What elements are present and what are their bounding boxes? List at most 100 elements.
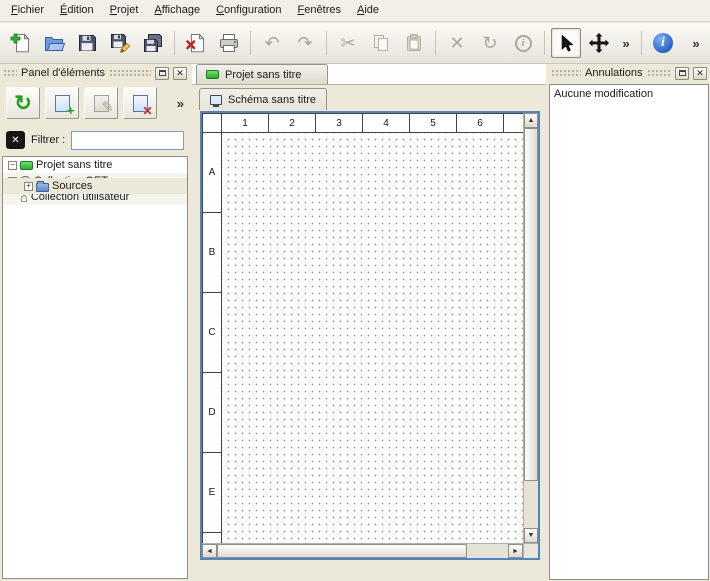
filter-label: Filtrer : xyxy=(31,134,65,146)
printer-icon xyxy=(218,32,240,54)
main-toolbar: ↶ ↷ ✂ ✕ ↻ i xyxy=(0,23,710,64)
undo-empty-text: Aucune modification xyxy=(554,88,653,100)
filter-input[interactable] xyxy=(71,131,184,150)
scroll-down-button[interactable]: ▼ xyxy=(524,528,538,543)
menu-affichage[interactable]: Affichage xyxy=(146,0,208,21)
red-x-badge-icon: ✕ xyxy=(142,105,152,117)
dock-grip xyxy=(109,69,151,77)
move-mode-button[interactable] xyxy=(584,28,614,58)
clear-filter-button[interactable]: ✕ xyxy=(6,131,25,149)
arrow-left-icon: ◄ xyxy=(206,548,213,555)
header-corner xyxy=(202,113,222,133)
float-dock-button[interactable] xyxy=(155,67,169,80)
print-button[interactable] xyxy=(214,28,244,58)
elements-panel-titlebar[interactable]: Panel d'éléments ✕ xyxy=(0,64,190,82)
row-label: E xyxy=(203,453,222,533)
column-header: 1 2 3 4 5 6 xyxy=(222,113,523,133)
refresh-icon: ↻ xyxy=(14,93,32,114)
horizontal-scroll-thumb[interactable] xyxy=(217,544,467,558)
row-label: A xyxy=(203,133,222,213)
save-all-button[interactable] xyxy=(138,28,168,58)
close-dock-button[interactable]: ✕ xyxy=(173,67,187,80)
menu-aide[interactable]: Aide xyxy=(349,0,387,21)
column-label: 4 xyxy=(363,114,410,133)
panel-overflow-chevron[interactable]: » xyxy=(177,96,184,111)
qelectrotech-window: Fichier Édition Projet Affichage Configu… xyxy=(0,0,710,581)
folder-icon xyxy=(36,183,49,192)
menu-edition[interactable]: Édition xyxy=(52,0,102,21)
column-header-filler xyxy=(504,114,523,133)
pencil-icon: ✎ xyxy=(101,100,114,115)
delete-element-button[interactable]: ✕ xyxy=(123,87,157,119)
new-project-button[interactable] xyxy=(6,28,36,58)
scroll-up-button[interactable]: ▲ xyxy=(524,113,538,128)
scroll-left-button[interactable]: ◄ xyxy=(202,544,217,558)
chevron-double-right-icon: » xyxy=(177,96,184,111)
mdi-area: Projet sans titre Schéma sans titre 1 2 … xyxy=(192,64,546,581)
tab-schema-sans-titre[interactable]: Schéma sans titre xyxy=(199,88,327,110)
schema-tab-label: Schéma sans titre xyxy=(228,94,316,106)
schema-view: 1 2 3 4 5 6 A B C D E xyxy=(200,111,540,560)
diagram-info-button: i xyxy=(508,28,538,58)
scissors-icon: ✂ xyxy=(340,34,355,52)
row-header: A B C D E xyxy=(202,133,222,543)
close-dock-button[interactable]: ✕ xyxy=(693,67,707,80)
elements-panel-toolbar: ↻ + ✎ ✕ » xyxy=(2,84,188,122)
menu-projet[interactable]: Projet xyxy=(102,0,147,21)
collapse-icon[interactable]: − xyxy=(8,161,17,170)
toolbar-separator xyxy=(174,31,175,55)
project-tab-bar: Projet sans titre xyxy=(192,64,546,85)
cut-button: ✂ xyxy=(333,28,363,58)
reload-collections-button[interactable]: ↻ xyxy=(6,87,40,119)
floppy-icon xyxy=(76,32,98,54)
elements-panel-title: Panel d'éléments xyxy=(21,67,105,79)
horizontal-scroll-track[interactable] xyxy=(467,544,508,558)
toolbar-separator xyxy=(326,31,327,55)
toolbar-extension-button[interactable]: » xyxy=(688,28,704,58)
expand-icon[interactable]: + xyxy=(24,182,33,191)
toolbar-overflow-chevron[interactable]: » xyxy=(617,28,635,58)
undo-history-list[interactable]: Aucune modification xyxy=(549,84,709,580)
info-blue-icon: i xyxy=(653,33,673,53)
float-dock-button[interactable] xyxy=(675,67,689,80)
vertical-scroll-thumb[interactable] xyxy=(524,128,538,481)
open-project-button[interactable] xyxy=(39,28,69,58)
schema-canvas[interactable] xyxy=(222,133,523,543)
elements-tree: − Projet sans titre Schéma sans titre + … xyxy=(2,156,188,579)
menu-configuration[interactable]: Configuration xyxy=(208,0,289,21)
close-file-button[interactable] xyxy=(181,28,211,58)
save-as-button[interactable] xyxy=(105,28,135,58)
about-button[interactable]: i xyxy=(648,28,678,58)
project-icon xyxy=(20,161,33,170)
tree-item-label: Sources xyxy=(52,180,92,192)
toolbar-separator xyxy=(544,31,545,55)
row-header-filler xyxy=(203,533,222,543)
horizontal-scrollbar[interactable]: ◄ ► xyxy=(202,543,523,558)
tab-projet-sans-titre[interactable]: Projet sans titre xyxy=(196,64,328,84)
save-button[interactable] xyxy=(72,28,102,58)
row-label: C xyxy=(203,293,222,373)
new-element-button[interactable]: + xyxy=(45,87,79,119)
undo-panel-titlebar[interactable]: Annulations ✕ xyxy=(548,64,710,82)
vertical-scrollbar[interactable]: ▲ ▼ xyxy=(523,113,538,543)
paste-button xyxy=(399,28,429,58)
dock-grip xyxy=(3,69,17,77)
menu-fichier[interactable]: Fichier xyxy=(3,0,52,21)
scrollbar-corner xyxy=(523,543,538,558)
chevron-double-right-icon: » xyxy=(622,36,629,51)
floppy-stack-icon xyxy=(142,32,164,54)
arrow-down-icon: ▼ xyxy=(528,532,535,539)
menu-fenetres[interactable]: Fenêtres xyxy=(290,0,349,21)
select-mode-button[interactable] xyxy=(551,28,581,58)
diagram-icon xyxy=(210,95,222,105)
info-disabled-icon: i xyxy=(515,35,532,52)
float-icon xyxy=(679,70,686,76)
vertical-scroll-track[interactable] xyxy=(524,481,538,528)
scroll-right-button[interactable]: ► xyxy=(508,544,523,558)
tree-item-project[interactable]: − Projet sans titre xyxy=(3,157,187,173)
undo-panel-title: Annulations xyxy=(585,67,643,79)
plus-badge-icon: + xyxy=(67,104,75,117)
close-icon: ✕ xyxy=(696,69,704,78)
tree-item-sources[interactable]: + Sources xyxy=(3,178,187,194)
toolbar-separator xyxy=(250,31,251,55)
